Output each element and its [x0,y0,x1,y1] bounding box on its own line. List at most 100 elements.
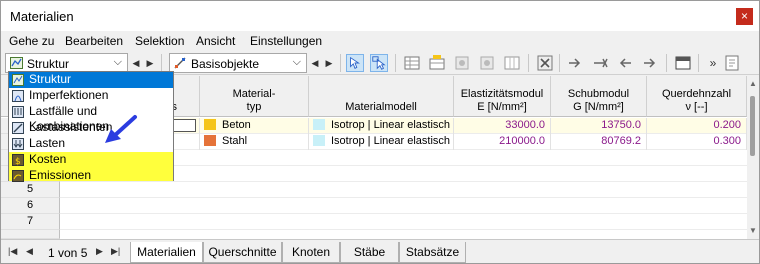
material-model-cell[interactable]: Isotrop | Linear elastisch [309,134,454,150]
elastic-modulus-cell[interactable]: 33000.0 [454,118,551,134]
toolbar-overflow-button[interactable]: » [706,54,720,72]
menu-gehe-zu[interactable]: Gehe zu [9,34,54,48]
objects-icon [174,57,186,69]
dropdown-item-lastfaelle[interactable]: Lastfälle und Kombinationen [9,104,173,133]
dropdown-item-struktur[interactable]: Struktur [9,72,173,88]
column-header-material-model[interactable]: Materialmodell [309,76,454,117]
columns-icon[interactable] [503,54,521,72]
tab-stabsaetze[interactable]: Stabsätze [399,242,466,263]
export-excel-icon[interactable] [723,54,741,72]
dropdown-item-emissionen[interactable]: Emissionen [9,168,173,182]
close-button[interactable]: × [736,8,753,25]
move-left-icon[interactable] [616,54,634,72]
scroll-down-icon[interactable]: ▼ [749,226,757,235]
costs-icon: $ [12,154,24,166]
objects-combo-value: Basisobjekte [191,57,260,71]
material-color-swatch [204,119,216,130]
row-number-filler [1,230,60,239]
load-cases-icon [12,106,24,118]
structure-combo[interactable]: Struktur ⌵ [5,53,128,73]
vertical-scrollbar[interactable]: ▲ ▼ [747,76,759,239]
menu-bearbeiten[interactable]: Bearbeiten [65,34,123,48]
dropdown-item-imperfektionen[interactable]: Imperfektionen [9,88,173,104]
load-wizard-icon [12,122,24,134]
imperfection-icon [12,90,24,102]
bottom-bar: |◀ ◀ 1 von 5 ▶ ▶| Materialien Querschnit… [1,239,759,263]
structure-icon [10,57,23,69]
menu-bar: Gehe zu Bearbeiten Selektion Ansicht Ein… [1,32,759,50]
tab-staebe[interactable]: Stäbe [340,242,399,263]
window-title: Materialien [10,9,74,24]
toolbar-separator [559,54,560,72]
poisson-ratio-cell[interactable]: 0.300 [647,134,747,150]
model-color-swatch [313,135,325,146]
select-pointer-icon[interactable] [346,54,364,72]
scrollbar-thumb[interactable] [750,96,755,156]
material-type-cell[interactable]: Stahl [200,134,309,150]
material-type-cell[interactable]: Beton [200,118,309,134]
column-header-shear-modulus[interactable]: Schubmodul G [N/mm²] [551,76,647,117]
table-row[interactable] [60,182,747,198]
table-view-icon[interactable] [403,54,421,72]
next-object-icon[interactable]: ▶ [322,54,336,72]
materials-window: Materialien × Gehe zu Bearbeiten Selekti… [0,0,760,264]
prev-category-icon[interactable]: ◀ [129,54,143,72]
toolbar-separator [161,54,162,72]
pager-status: 1 von 5 [48,246,88,260]
select-in-model-icon[interactable] [370,54,388,72]
model-color-swatch [313,119,325,130]
first-page-icon[interactable]: |◀ [8,246,17,257]
dropdown-item-kosten[interactable]: $ Kosten [9,152,173,168]
window-layout-icon[interactable] [674,54,692,72]
svg-text:$: $ [15,157,21,166]
next-category-icon[interactable]: ▶ [143,54,157,72]
settings-grid-icon[interactable] [478,54,496,72]
toolbar-separator [528,54,529,72]
column-header-material-type[interactable]: Material- typ [200,76,309,117]
menu-selektion[interactable]: Selektion [135,34,184,48]
poisson-ratio-cell[interactable]: 0.200 [647,118,747,134]
toolbar-separator [698,54,699,72]
prev-page-icon[interactable]: ◀ [26,246,33,257]
tab-querschnitte[interactable]: Querschnitte [203,242,282,263]
menu-einstellungen[interactable]: Einstellungen [250,34,322,48]
next-page-icon[interactable]: ▶ [96,246,103,257]
column-header-poisson-ratio[interactable]: Querdehnzahl ν [--] [647,76,747,117]
row-number[interactable]: 6 [1,198,60,214]
material-color-swatch [204,135,216,146]
chevron-down-icon: ⌵ [113,56,122,68]
category-dropdown-list: Struktur Imperfektionen Lastfälle und Ko… [8,71,174,182]
chevron-down-icon: ⌵ [292,56,301,68]
shear-modulus-cell[interactable]: 13750.0 [551,118,647,134]
dropdown-item-lasten[interactable]: Lasten [9,136,173,152]
prev-object-icon[interactable]: ◀ [308,54,322,72]
objects-combo[interactable]: Basisobjekte ⌵ [169,53,307,73]
delete-icon[interactable] [536,54,554,72]
dropdown-item-lastassistenten[interactable]: Lastassistenten [9,120,173,136]
shear-modulus-cell[interactable]: 80769.2 [551,134,647,150]
material-model-cell[interactable]: Isotrop | Linear elastisch [309,118,454,134]
move-right-icon[interactable] [641,54,659,72]
scroll-up-icon[interactable]: ▲ [749,79,757,88]
elastic-modulus-cell[interactable]: 210000.0 [454,134,551,150]
loads-icon [12,138,24,150]
row-number[interactable]: 5 [1,182,60,198]
row-number[interactable]: 7 [1,214,60,230]
annotation-arrow-icon [105,115,137,143]
insert-row-icon[interactable] [428,54,446,72]
last-page-icon[interactable]: ▶| [111,246,120,257]
remove-link-icon[interactable] [591,54,609,72]
tab-materialien[interactable]: Materialien [130,242,203,263]
toolbar-separator [395,54,396,72]
table-row[interactable] [60,198,747,214]
table-row[interactable] [60,214,747,230]
emissions-icon [12,170,24,182]
title-bar: Materialien × [1,1,759,31]
column-header-elastic-modulus[interactable]: Elastizitätsmodul E [N/mm²] [454,76,551,117]
import-icon[interactable] [566,54,584,72]
filter-icon[interactable] [453,54,471,72]
tab-knoten[interactable]: Knoten [282,242,340,263]
menu-ansicht[interactable]: Ansicht [196,34,235,48]
structure-combo-value: Struktur [27,57,70,71]
structure-icon [12,74,24,86]
